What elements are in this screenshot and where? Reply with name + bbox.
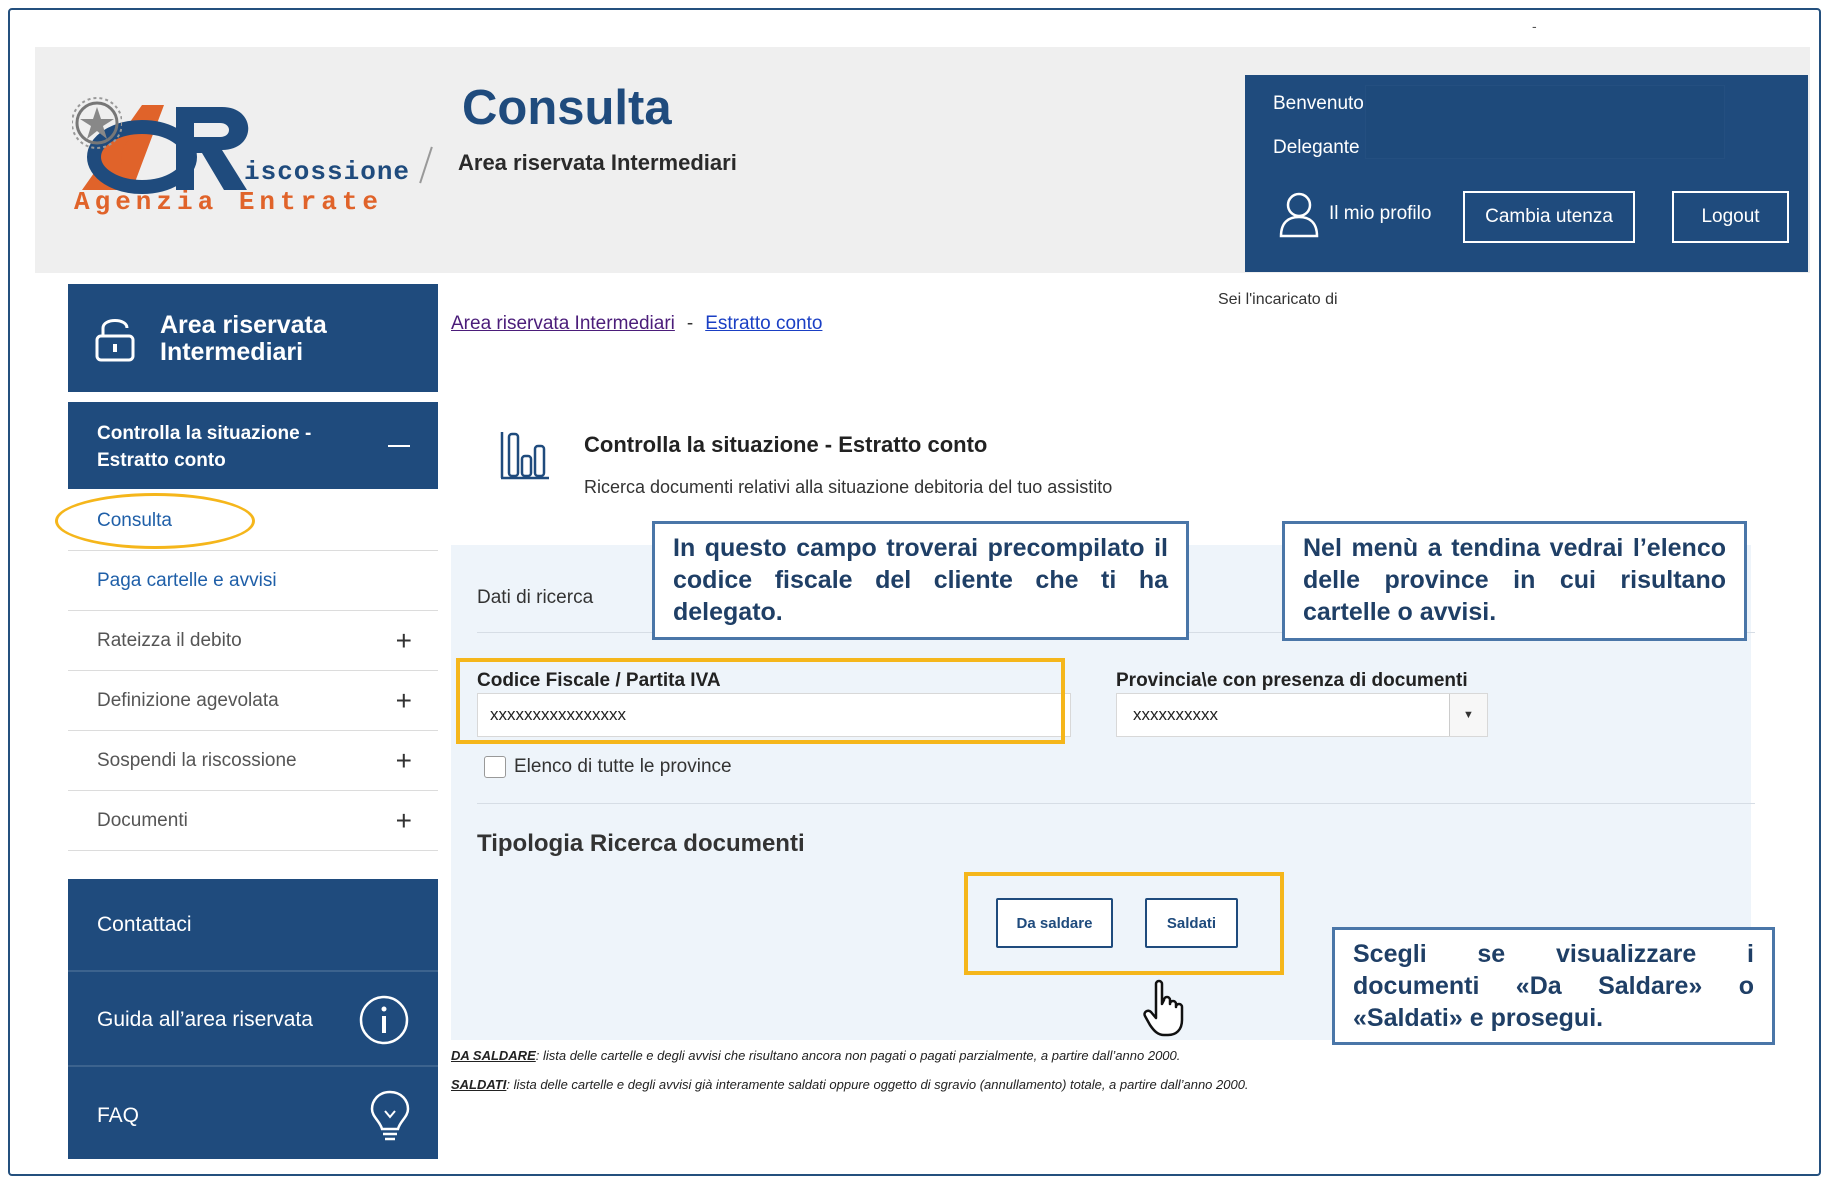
- sidebar-item-documenti[interactable]: Documenti +: [68, 791, 438, 851]
- sidebar-item-definizione[interactable]: Definizione agevolata +: [68, 671, 438, 731]
- content-description: Ricerca documenti relativi alla situazio…: [584, 477, 1113, 497]
- sidebar-item-rateizza[interactable]: Rateizza il debito +: [68, 611, 438, 671]
- note-text: : lista delle cartelle e degli avvisi gi…: [506, 1077, 1249, 1092]
- plus-icon[interactable]: +: [396, 625, 412, 657]
- profile-link[interactable]: Il mio profilo: [1277, 190, 1431, 238]
- minus-icon[interactable]: [388, 445, 410, 447]
- province-value: xxxxxxxxxx: [1133, 705, 1218, 724]
- consulta-highlight: [55, 493, 255, 549]
- sidebar-section-estratto-conto[interactable]: Controlla la situazione - Estratto conto: [68, 402, 438, 489]
- sidebar-bottom: Contattaci Guida all’area riservata FAQ: [68, 879, 438, 1159]
- logout-button[interactable]: Logout: [1672, 191, 1789, 243]
- sidebar-item-label: Definizione agevolata: [97, 689, 279, 711]
- page-subtitle: Area riservata Intermediari: [458, 150, 737, 175]
- all-provinces-label: Elenco di tutte le province: [514, 756, 732, 777]
- corner-mark: -: [1532, 18, 1537, 34]
- breadcrumb: Area riservata Intermediari - Estratto con…: [451, 313, 822, 335]
- sidebar-item-label: Guida all’area riservata: [97, 1007, 313, 1031]
- breadcrumb-estratto-link[interactable]: Estratto conto: [705, 313, 822, 334]
- divider: [477, 803, 1755, 804]
- sidebar-item-label: FAQ: [97, 1103, 140, 1127]
- page-title: Consulta: [462, 81, 672, 135]
- sidebar-item-label: Paga cartelle e avvisi: [97, 569, 277, 591]
- chart-icon: [500, 432, 549, 480]
- user-info-redacted: [1365, 85, 1725, 159]
- sidebar-item-contattaci[interactable]: Contattaci: [68, 879, 438, 972]
- sidebar-item-label: Documenti: [97, 809, 188, 831]
- change-user-button[interactable]: Cambia utenza: [1463, 191, 1635, 243]
- sidebar-item-faq[interactable]: FAQ: [68, 1069, 438, 1162]
- search-section-label: Dati di ricerca: [477, 587, 594, 608]
- delegante-label: Delegante: [1273, 137, 1360, 158]
- callout-cf: In questo campo troverai precompilato il…: [652, 521, 1189, 640]
- lightbulb-icon: [370, 1090, 410, 1140]
- welcome-label: Benvenuto: [1273, 93, 1364, 114]
- callout-province: Nel menù a tendina vedrai l’elenco delle…: [1282, 521, 1747, 641]
- cf-highlight: [456, 658, 1065, 744]
- info-icon: [359, 995, 409, 1044]
- province-label: Provincia\e con presenza di documenti: [1116, 670, 1468, 691]
- emblem-icon: [72, 97, 122, 149]
- plus-icon[interactable]: +: [396, 745, 412, 777]
- sidebar-item-sospendi[interactable]: Sospendi la riscossione +: [68, 731, 438, 791]
- note-text: : lista delle cartelle e degli avvisi ch…: [535, 1048, 1181, 1063]
- lock-icon: [95, 319, 135, 362]
- user-icon: [1279, 192, 1319, 238]
- profile-label: Il mio profilo: [1329, 203, 1432, 224]
- sidebar-area-header[interactable]: Area riservata Intermediari: [68, 284, 438, 392]
- user-panel: Benvenuto Delegante Il mio profilo Cambi…: [1245, 75, 1808, 272]
- logo[interactable]: iscossione Agenzia Entrate: [72, 95, 417, 217]
- note-saldati: SALDATI: lista delle cartelle e degli av…: [451, 1077, 1249, 1092]
- chevron-down-icon[interactable]: ▼: [1449, 694, 1487, 736]
- plus-icon[interactable]: +: [396, 805, 412, 837]
- sidebar-item-label: Sospendi la riscossione: [97, 749, 297, 771]
- note-key: SALDATI: [451, 1077, 507, 1092]
- saldati-button[interactable]: Saldati: [1145, 898, 1238, 948]
- search-type-title: Tipologia Ricerca documenti: [477, 830, 805, 857]
- incaricato-label: Sei l'incaricato di: [1218, 291, 1338, 308]
- plus-icon[interactable]: +: [396, 685, 412, 717]
- sidebar-item-label: Contattaci: [97, 912, 192, 936]
- sidebar-item-guida[interactable]: Guida all’area riservata: [68, 974, 438, 1067]
- logo-word: iscossione: [244, 157, 411, 187]
- sidebar-section-title: Controlla la situazione - Estratto conto: [97, 423, 312, 471]
- sidebar-area-title: Area riservata Intermediari: [160, 311, 327, 366]
- sidebar-item-paga[interactable]: Paga cartelle e avvisi: [68, 551, 438, 611]
- all-provinces-checkbox[interactable]: [484, 756, 506, 778]
- note-key: DA SALDARE: [451, 1048, 536, 1063]
- logo-agency: Agenzia Entrate: [74, 187, 384, 217]
- sidebar-item-label: Rateizza il debito: [97, 629, 242, 651]
- breadcrumb-area-link[interactable]: Area riservata Intermediari: [451, 313, 675, 334]
- hand-pointer-icon: [1143, 979, 1184, 1037]
- da-saldare-button[interactable]: Da saldare: [996, 898, 1113, 948]
- callout-buttons: Scegli se visualizzare i documenti «Da S…: [1332, 927, 1775, 1045]
- note-da-saldare: DA SALDARE: lista delle cartelle e degli…: [451, 1048, 1180, 1063]
- province-select[interactable]: xxxxxxxxxx ▼: [1116, 693, 1488, 737]
- breadcrumb-separator: -: [686, 313, 694, 334]
- content-title: Controlla la situazione - Estratto conto: [584, 432, 988, 457]
